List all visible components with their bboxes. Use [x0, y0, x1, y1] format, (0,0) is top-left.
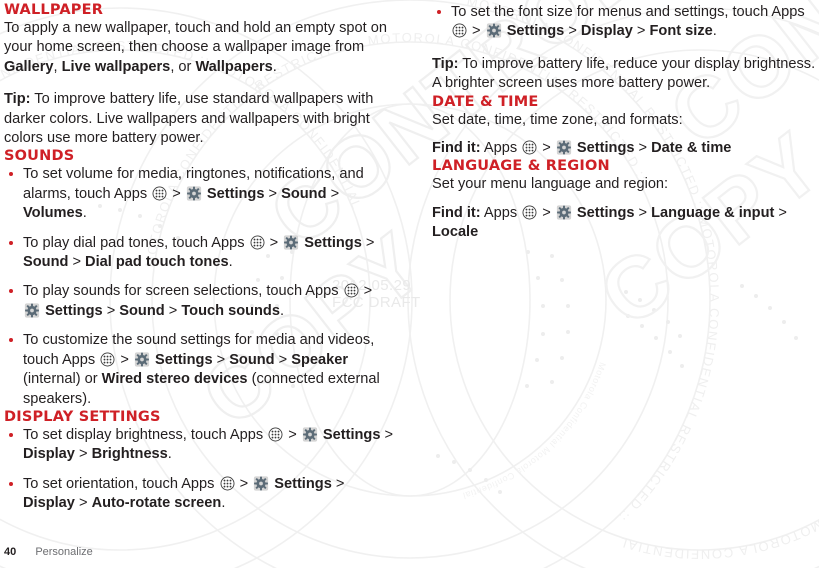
- emphasis-text: Find it:: [432, 140, 481, 157]
- gear-icon: [186, 186, 201, 201]
- emphasis-text: Sound: [119, 302, 165, 319]
- emphasis-text: Sound: [229, 351, 275, 368]
- gear-icon: [254, 476, 269, 491]
- section-heading-wallpaper: Wallpaper: [4, 2, 104, 18]
- list-item-text: To set orientation, touch Apps > Setting…: [23, 475, 345, 512]
- bullet-list-display-settings-cont: To set the font size for menus and setti…: [432, 3, 819, 42]
- apps-grid-icon: [344, 283, 359, 298]
- emphasis-text: Language & input: [651, 204, 775, 221]
- section-heading-sounds: Sounds: [4, 148, 75, 165]
- apps-grid-icon: [100, 352, 115, 367]
- paragraph-wallpaper-body: To apply a new wallpaper, touch and hold…: [4, 20, 387, 75]
- section-heading-language-region: Language & region: [432, 158, 610, 175]
- list-item: To set display brightness, touch Apps > …: [4, 426, 394, 465]
- emphasis-text: Settings: [206, 185, 265, 202]
- emphasis-text: Display: [23, 446, 75, 463]
- section-heading-display-settings: Display settings: [4, 408, 161, 425]
- gear-icon: [556, 140, 571, 155]
- bullet-dot-icon: [9, 338, 13, 343]
- emphasis-text: Display: [23, 495, 75, 512]
- emphasis-text: Sound: [281, 185, 327, 202]
- chapter-name: Personalize: [35, 546, 93, 558]
- emphasis-text: Settings: [274, 475, 332, 492]
- emphasis-text: Settings: [322, 426, 381, 443]
- list-item: To set orientation, touch Apps > Setting…: [4, 475, 394, 514]
- emphasis-text: Settings: [304, 234, 362, 251]
- bullet-list-sounds: To set volume for media, ringtones, noti…: [4, 165, 394, 408]
- gear-icon: [486, 23, 501, 39]
- gear-icon: [302, 427, 317, 442]
- apps-grid-icon: [220, 476, 235, 491]
- emphasis-text: Auto-rotate screen: [91, 495, 222, 512]
- list-item-text: To set volume for media, ringtones, noti…: [23, 166, 364, 222]
- gear-icon: [24, 303, 40, 318]
- list-item: To play sounds for screen selections, to…: [4, 282, 394, 321]
- emphasis-text: Settings: [154, 351, 213, 368]
- emphasis-text: Tip:: [432, 55, 459, 72]
- bullet-dot-icon: [9, 172, 13, 177]
- emphasis-text: Date & time: [651, 140, 732, 157]
- gear-icon: [134, 352, 150, 367]
- lead-text-date-time: Set date, time, time zone, and formats:: [432, 111, 683, 128]
- bullet-dot-icon: [9, 289, 13, 294]
- emphasis-text: Settings: [506, 23, 565, 40]
- list-item: To customize the sound settings for medi…: [4, 331, 394, 409]
- gear-icon: [556, 205, 571, 220]
- emphasis-text: Volumes: [23, 205, 83, 222]
- emphasis-text: Gallery: [4, 58, 54, 75]
- manual-page: Wallpaper To apply a new wallpaper, touc…: [0, 0, 819, 568]
- apps-grid-icon: [452, 23, 467, 38]
- apps-grid-icon: [522, 140, 537, 155]
- apps-grid-icon: [522, 205, 537, 220]
- list-item: To play dial pad tones, touch Apps > Set…: [4, 234, 394, 273]
- emphasis-text: Font size: [649, 23, 713, 40]
- bullet-dot-icon: [437, 10, 441, 14]
- find-it-language-region: Find it: Apps > Settings > Language & in…: [432, 204, 787, 241]
- emphasis-text: Dial pad touch tones: [85, 254, 229, 271]
- apps-grid-icon: [152, 186, 167, 201]
- apps-grid-icon: [268, 427, 283, 442]
- left-column: Wallpaper To apply a new wallpaper, touc…: [4, 2, 394, 514]
- emphasis-text: Tip:: [4, 91, 31, 108]
- emphasis-text: Wired stereo devices: [101, 371, 248, 388]
- find-it-date-time: Find it: Apps > Settings > Date & time: [432, 140, 732, 157]
- emphasis-text: Settings: [45, 302, 103, 319]
- bullet-dot-icon: [9, 432, 13, 437]
- lead-text-language-region: Set your menu language and region:: [432, 176, 669, 193]
- emphasis-text: Wallpapers: [195, 58, 273, 75]
- list-item-text: To set the font size for menus and setti…: [451, 4, 805, 40]
- page-footer: 40 Personalize: [4, 546, 93, 558]
- emphasis-text: Brightness: [91, 446, 168, 463]
- right-column: To set the font size for menus and setti…: [432, 2, 819, 243]
- emphasis-text: Live wallpapers: [61, 58, 171, 75]
- emphasis-text: Locale: [432, 224, 479, 241]
- list-item-text: To play dial pad tones, touch Apps > Set…: [23, 234, 375, 271]
- paragraph-wallpaper-tip: Tip: To improve battery life, use standa…: [4, 91, 374, 147]
- gear-icon: [284, 235, 299, 250]
- bullet-list-display-settings: To set display brightness, touch Apps > …: [4, 426, 394, 514]
- emphasis-text: Settings: [576, 140, 635, 157]
- apps-grid-icon: [250, 235, 265, 250]
- paragraph-display-tip: Tip: To improve battery life, reduce you…: [432, 55, 816, 92]
- list-item: To set the font size for menus and setti…: [432, 3, 819, 42]
- emphasis-text: Speaker: [291, 351, 349, 368]
- emphasis-text: Find it:: [432, 204, 481, 221]
- bullet-dot-icon: [9, 240, 13, 245]
- emphasis-text: Settings: [576, 204, 635, 221]
- list-item-text: To play sounds for screen selections, to…: [23, 283, 373, 319]
- list-item: To set volume for media, ringtones, noti…: [4, 165, 394, 223]
- section-heading-date-time: Date & time: [432, 93, 539, 110]
- list-item-text: To customize the sound settings for medi…: [23, 332, 380, 407]
- bullet-dot-icon: [9, 481, 13, 486]
- emphasis-text: Sound: [23, 254, 69, 271]
- emphasis-text: Display: [580, 23, 633, 40]
- list-item-text: To set display brightness, touch Apps > …: [23, 426, 394, 463]
- emphasis-text: Touch sounds: [181, 302, 280, 319]
- page-number: 40: [4, 546, 17, 558]
